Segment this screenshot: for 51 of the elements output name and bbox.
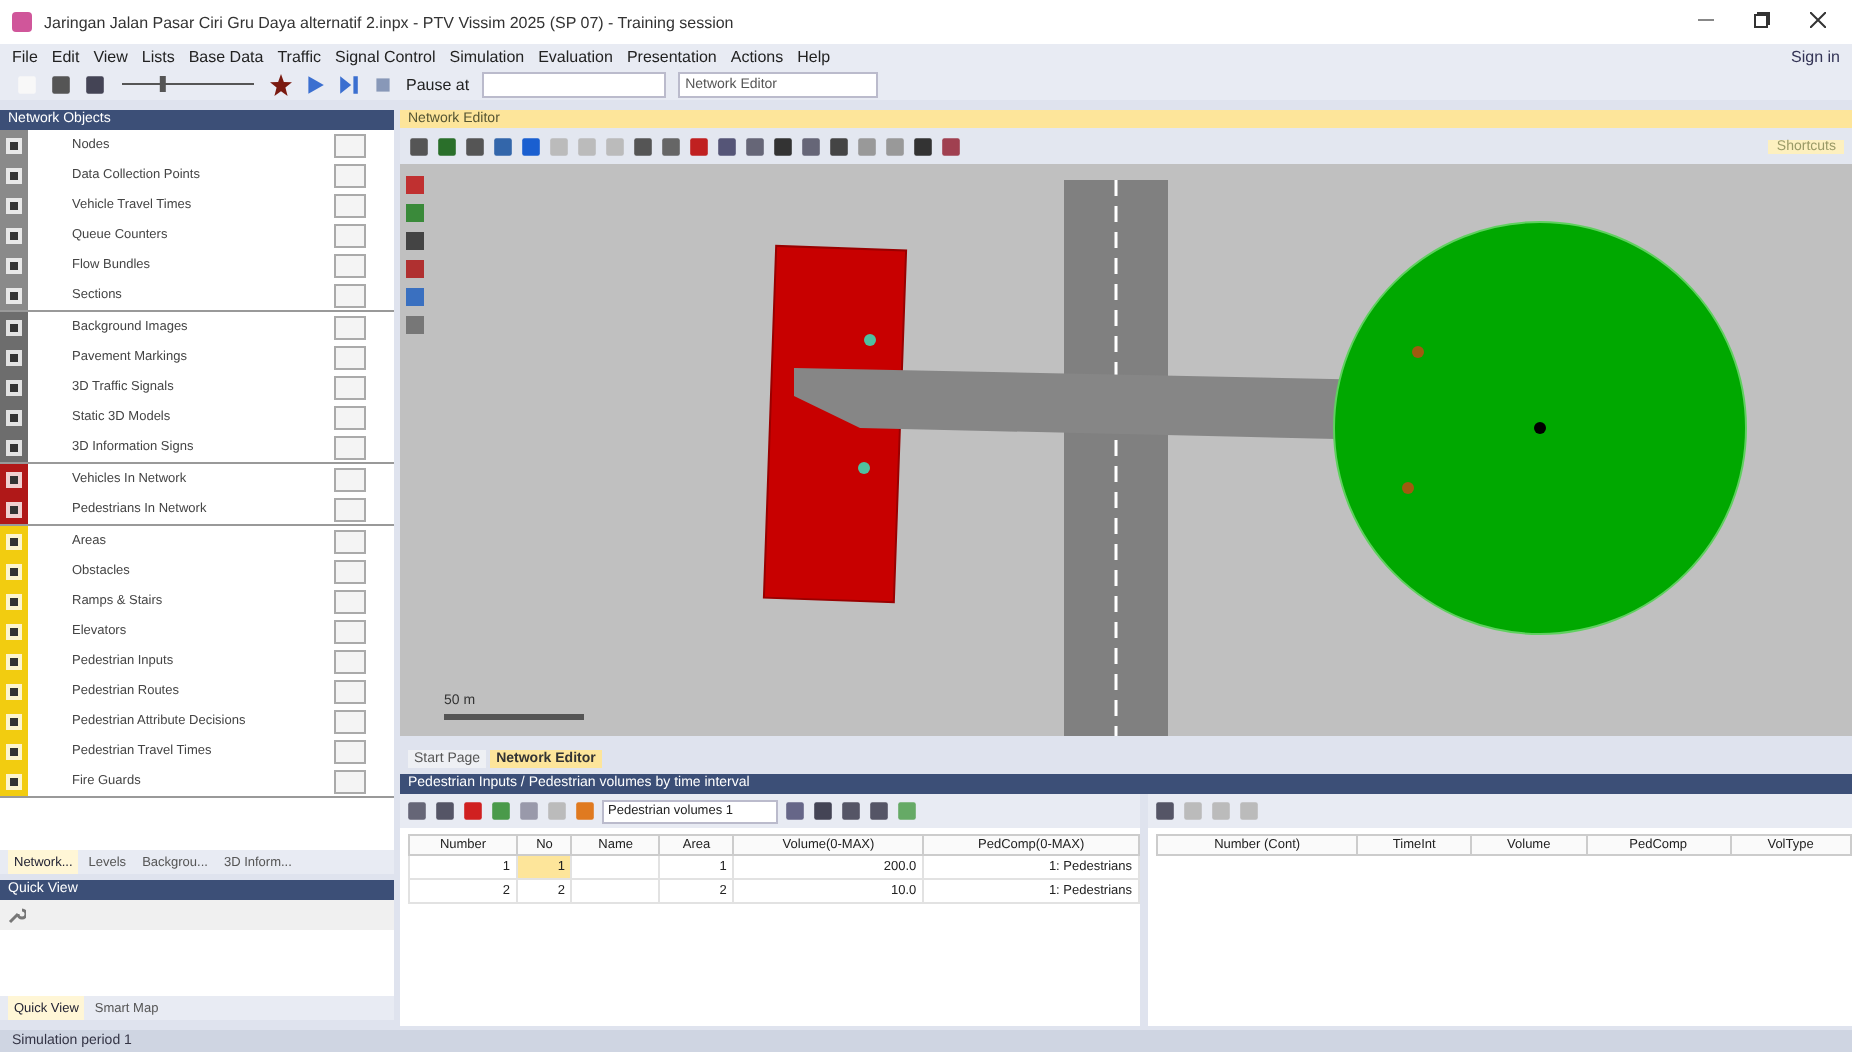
menu-item[interactable]: Evaluation <box>538 47 613 65</box>
pause-field[interactable] <box>481 71 666 97</box>
tool-icon[interactable] <box>800 135 822 157</box>
tool-icon[interactable] <box>716 135 738 157</box>
route-marker <box>1402 482 1414 494</box>
scale-bar <box>444 714 584 720</box>
tool-icon[interactable] <box>436 135 458 157</box>
close-icon[interactable] <box>1810 12 1826 28</box>
tool-icon[interactable] <box>940 135 962 157</box>
menu-item[interactable]: Help <box>797 47 831 65</box>
menu-item[interactable]: Lists <box>141 47 175 65</box>
pedestrian-input-marker <box>858 462 870 474</box>
tool-icon[interactable] <box>828 135 850 157</box>
menu-item[interactable]: Base Data <box>188 47 264 65</box>
pedestrian-input-marker <box>864 334 876 346</box>
tool-icon[interactable] <box>688 135 710 157</box>
tool-icon[interactable] <box>408 135 430 157</box>
route-marker <box>1412 346 1424 358</box>
empty-cell <box>571 879 660 903</box>
restore-icon[interactable] <box>1754 12 1770 28</box>
tool-icon[interactable] <box>660 135 682 157</box>
step-icon[interactable] <box>338 73 360 95</box>
tool-icon[interactable] <box>744 135 766 157</box>
tool-icon[interactable] <box>784 800 806 822</box>
menu-item[interactable]: File <box>12 47 38 65</box>
star-icon[interactable] <box>270 73 292 95</box>
menu-item[interactable]: Signal Control <box>334 47 436 65</box>
slider-thumb[interactable] <box>159 76 166 92</box>
tool-icon[interactable] <box>632 135 654 157</box>
edit-tools-drawing[interactable] <box>406 176 426 336</box>
menu-item[interactable]: Simulation <box>449 47 525 65</box>
window-title: Jaringan Jalan Pasar Ciri Gru Daya alternatif 2.inpx - PTV Vissim 2025 (SP 07) - Training session <box>44 13 736 31</box>
app-icon <box>12 12 32 32</box>
menu-item[interactable]: Traffic <box>277 47 321 65</box>
tool-icon[interactable] <box>492 135 514 157</box>
tool-icon[interactable] <box>912 135 934 157</box>
pause-label: Pause at <box>406 75 470 93</box>
tool-icon[interactable] <box>772 135 794 157</box>
center-dot <box>1534 422 1546 434</box>
sign-in-link[interactable]: Sign in <box>1791 47 1840 65</box>
menu-item[interactable]: Presentation <box>626 47 717 65</box>
menu-item[interactable]: Actions <box>730 47 784 65</box>
tool-icon[interactable] <box>840 800 862 822</box>
menu-item[interactable]: Edit <box>51 47 80 65</box>
tool-icon[interactable] <box>812 800 834 822</box>
stop-icon[interactable] <box>372 73 394 95</box>
play-icon[interactable] <box>304 73 326 95</box>
tool-icon[interactable] <box>868 800 890 822</box>
menu-item[interactable]: View <box>93 47 128 65</box>
tool-icon[interactable] <box>520 135 542 157</box>
tool-icon[interactable] <box>464 135 486 157</box>
